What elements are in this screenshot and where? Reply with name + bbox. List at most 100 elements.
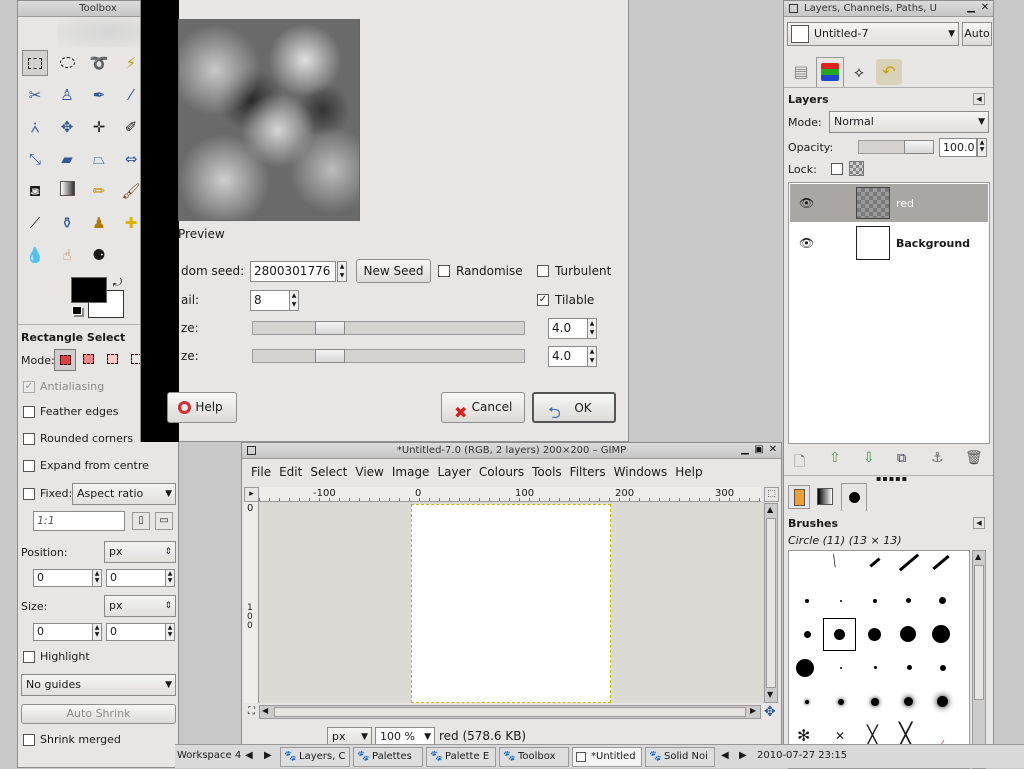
task-toolbox[interactable]: 🐾 Toolbox — [499, 747, 569, 767]
scroll-down-icon[interactable]: ▼ — [767, 690, 773, 699]
lock-pixels-checkbox[interactable] — [831, 163, 843, 175]
brush-item[interactable] — [940, 665, 946, 671]
brush-item[interactable]: ╲ — [829, 555, 838, 567]
window-menu-icon[interactable] — [789, 4, 798, 13]
brush-item[interactable] — [838, 699, 844, 705]
ink-tool[interactable]: ⚱ — [54, 210, 80, 236]
x-size-spinner[interactable]: ▲ ▼ — [587, 318, 597, 339]
horizontal-scroll-thumb[interactable] — [274, 707, 746, 717]
next-workspace-icon[interactable]: ▶ — [264, 750, 272, 761]
lock-alpha-icon[interactable] — [849, 161, 864, 176]
tab-brushes[interactable] — [841, 483, 867, 511]
menu-colours[interactable]: Colours — [479, 465, 524, 479]
position-y-input[interactable]: 0 — [106, 569, 166, 587]
brush-scrollbar[interactable]: ▲ — [972, 550, 986, 769]
position-unit-select[interactable]: px ⇕ — [104, 541, 176, 563]
free-select-tool[interactable]: ➰ — [86, 50, 112, 76]
maximize-icon[interactable]: ▣ — [753, 445, 765, 456]
position-x-spinner[interactable]: ▲ ▼ — [92, 569, 102, 587]
eye-icon[interactable]: 👁 — [799, 196, 814, 210]
ruler-corner[interactable]: ▸ — [244, 487, 259, 502]
navigate-button[interactable]: ⛶ — [244, 705, 259, 719]
fixed-checkbox[interactable] — [23, 488, 35, 500]
opacity-input[interactable]: 100.0 — [939, 138, 977, 157]
feather-edges-checkbox[interactable] — [23, 406, 35, 418]
close-icon[interactable]: ✕ — [979, 3, 991, 14]
portrait-button[interactable]: ▯ — [132, 512, 150, 530]
vertical-scroll-thumb[interactable] — [766, 518, 776, 688]
duplicate-layer-button[interactable]: ⧉ — [897, 451, 906, 466]
task-palettes[interactable]: 🐾 Palettes — [353, 747, 423, 767]
task-untitled[interactable]: *Untitled — [572, 747, 642, 767]
task-next-icon[interactable]: ▶ — [739, 750, 747, 761]
panel-menu-icon[interactable]: ◀ — [973, 93, 985, 105]
brush-item[interactable] — [898, 553, 920, 572]
brush-item[interactable] — [904, 697, 913, 706]
resize-grip-icon[interactable]: ▪▪▪▪▪ — [876, 474, 908, 483]
scroll-right-icon[interactable]: ▶ — [750, 706, 756, 715]
size-unit-select[interactable]: px ⇕ — [104, 595, 176, 617]
brush-item[interactable] — [834, 629, 845, 640]
landscape-button[interactable]: ▭ — [155, 512, 173, 530]
lower-layer-button[interactable]: ⇩ — [863, 450, 875, 466]
image-canvas[interactable] — [411, 504, 611, 703]
brush-item[interactable] — [868, 628, 881, 641]
prev-workspace-icon[interactable]: ◀ — [245, 750, 253, 761]
layer-row-background[interactable]: 👁 Background — [790, 223, 988, 263]
tab-layers-stack[interactable]: ▤ — [788, 59, 814, 85]
brush-grid[interactable]: ╲ ✻ ✕ ╳ ╳ ⁄ — [788, 550, 970, 769]
brush-item[interactable] — [937, 696, 948, 707]
randomise-checkbox[interactable] — [438, 265, 450, 277]
pencil-tool[interactable]: ✏ — [86, 178, 112, 204]
horizontal-scrollbar[interactable]: ◀ ▶ — [259, 705, 761, 719]
scroll-up-icon[interactable]: ▲ — [975, 552, 981, 561]
brush-item[interactable] — [871, 698, 879, 706]
anchor-layer-button[interactable]: ⚓ — [931, 450, 944, 466]
ellipse-select-tool[interactable] — [54, 50, 80, 76]
tab-color[interactable] — [788, 485, 810, 509]
workspace-label[interactable]: Workspace 4 — [177, 750, 241, 761]
swap-colors-icon[interactable]: ⤾ — [113, 276, 122, 290]
menu-select[interactable]: Select — [310, 465, 347, 479]
layers-titlebar[interactable]: Layers, Channels, Paths, U ▁ ✕ — [784, 1, 993, 17]
opacity-spinner[interactable]: ▲ ▼ — [977, 138, 987, 157]
position-x-input[interactable]: 0 — [33, 569, 93, 587]
image-titlebar[interactable]: *Untitled-7.0 (RGB, 2 layers) 200×200 – … — [242, 443, 781, 459]
move-tool[interactable]: ✥ — [54, 114, 80, 140]
task-prev-icon[interactable]: ◀ — [721, 750, 729, 761]
random-seed-spinner[interactable]: ▲ ▼ — [337, 261, 347, 282]
menu-edit[interactable]: Edit — [279, 465, 302, 479]
paths-tool[interactable]: ✒ — [86, 82, 112, 108]
perspective-tool[interactable]: ⏢ — [86, 146, 112, 172]
new-seed-button[interactable]: New Seed — [356, 259, 431, 283]
brush-item[interactable] — [873, 599, 877, 603]
auto-shrink-button[interactable]: Auto Shrink — [21, 704, 176, 724]
x-size-input[interactable]: 4.0 — [548, 318, 588, 339]
mode-replace-button[interactable] — [54, 349, 76, 371]
image-select[interactable]: Untitled-7 ▼ — [787, 22, 959, 46]
turbulent-checkbox[interactable] — [537, 265, 549, 277]
tab-undo[interactable]: ↶ — [876, 59, 902, 85]
mode-subtract-button[interactable] — [102, 349, 124, 371]
task-palette-editor[interactable]: 🐾 Palette E — [426, 747, 496, 767]
navigate-arrows-icon[interactable]: ✥ — [764, 704, 776, 720]
y-size-input[interactable]: 4.0 — [548, 346, 588, 367]
raise-layer-button[interactable]: ⇧ — [829, 450, 841, 466]
quick-mask-toggle[interactable]: ⬚ — [764, 487, 779, 502]
scale-tool[interactable]: ⤡ — [22, 146, 48, 172]
menu-view[interactable]: View — [355, 465, 383, 479]
size-h-input[interactable]: 0 — [106, 623, 166, 641]
detail-spinner[interactable]: ▲ ▼ — [289, 290, 299, 311]
brush-item[interactable] — [869, 557, 881, 568]
vertical-scrollbar[interactable]: ▲ ▼ — [764, 503, 778, 703]
close-icon[interactable]: ✕ — [767, 445, 779, 456]
auto-button[interactable]: Auto — [962, 22, 992, 46]
foreground-color-swatch[interactable] — [71, 277, 107, 303]
shear-tool[interactable]: ▰ — [54, 146, 80, 172]
menu-layer[interactable]: Layer — [437, 465, 470, 479]
random-seed-input[interactable]: 2800301776 — [250, 261, 336, 282]
scissors-tool[interactable]: ✂ — [22, 82, 48, 108]
clone-tool[interactable]: ♟ — [86, 210, 112, 236]
menu-filters[interactable]: Filters — [570, 465, 606, 479]
brush-item[interactable] — [840, 600, 842, 602]
